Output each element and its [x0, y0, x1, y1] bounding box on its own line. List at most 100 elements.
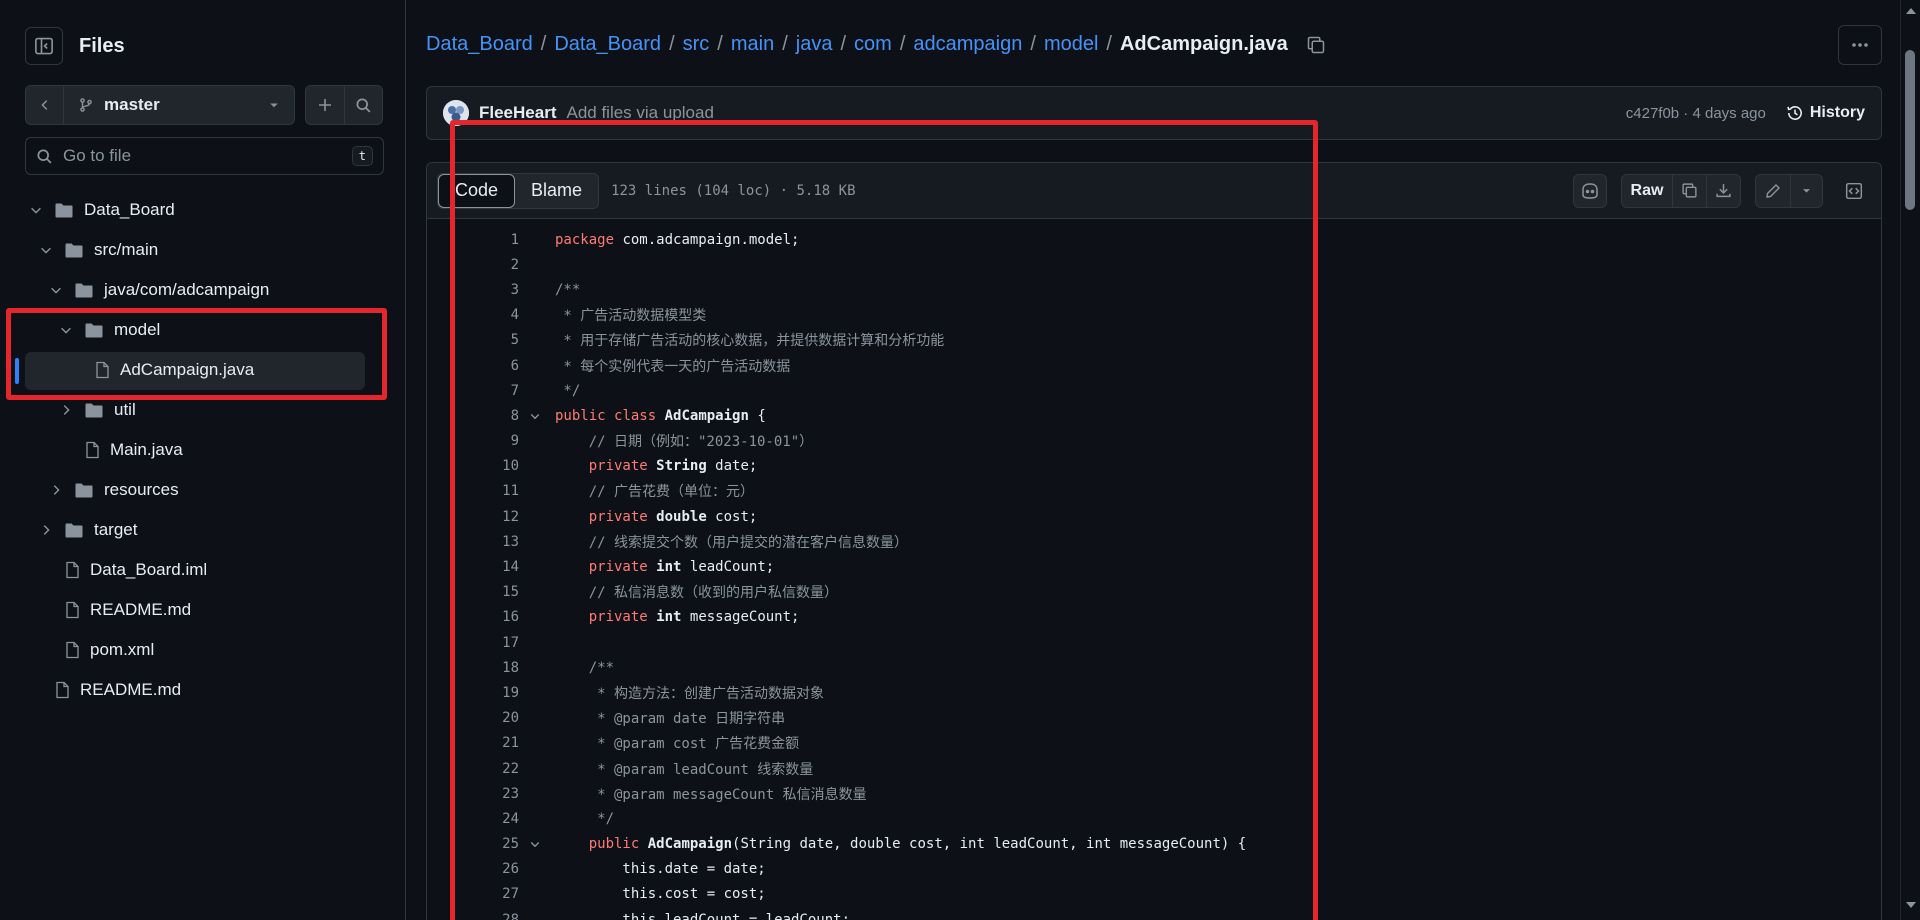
commit-message[interactable]: Add files via upload [566, 103, 1625, 123]
code-text: * @param date 日期字符串 [551, 708, 785, 728]
tree-file-item[interactable]: pom.xml [0, 630, 406, 670]
tree-file-item[interactable]: README.md [0, 670, 406, 710]
code-text: * 每个实例代表一天的广告活动数据 [551, 356, 790, 376]
breadcrumb-link[interactable]: java [796, 33, 833, 56]
edit-dropdown-button[interactable] [1790, 174, 1822, 207]
tree-file-item[interactable]: AdCampaign.java [0, 350, 406, 390]
fold-chevron-icon[interactable] [519, 410, 551, 422]
chevron-right-icon[interactable] [58, 403, 74, 417]
page-scrollbar[interactable] [1900, 0, 1920, 920]
tree-file-item[interactable]: Main.java [0, 430, 406, 470]
chevron-down-icon[interactable] [38, 243, 54, 257]
edit-button[interactable] [1756, 175, 1790, 207]
line-number[interactable]: 7 [427, 383, 519, 399]
breadcrumb-link[interactable]: Data_Board [554, 33, 661, 56]
chevron-right-icon[interactable] [38, 523, 54, 537]
file-info: 123 lines (104 loc) · 5.18 KB [611, 182, 856, 199]
breadcrumb-link[interactable]: Data_Board [426, 33, 533, 56]
back-button[interactable] [26, 86, 64, 124]
tab-blame[interactable]: Blame [515, 174, 598, 208]
tree-folder-item[interactable]: target [0, 510, 406, 550]
breadcrumb-link[interactable]: adcampaign [913, 33, 1022, 56]
line-number[interactable]: 8 [427, 408, 519, 424]
breadcrumb-link[interactable]: main [731, 33, 774, 56]
line-number[interactable]: 12 [427, 509, 519, 525]
line-number[interactable]: 10 [427, 458, 519, 474]
fold-chevron-icon[interactable] [519, 838, 551, 850]
line-number[interactable]: 22 [427, 761, 519, 777]
chevron-down-icon[interactable] [58, 323, 74, 337]
line-number[interactable]: 23 [427, 786, 519, 802]
tree-file-item[interactable]: README.md [0, 590, 406, 630]
history-button[interactable]: History [1786, 104, 1865, 122]
chevron-down-icon[interactable] [28, 203, 44, 217]
breadcrumb-link[interactable]: model [1044, 33, 1098, 56]
line-number[interactable]: 16 [427, 609, 519, 625]
line-number[interactable]: 11 [427, 483, 519, 499]
code-token: * @param date 日期字符串 [588, 711, 786, 728]
more-options-button[interactable] [1838, 25, 1882, 65]
line-number[interactable]: 13 [427, 534, 519, 550]
line-number[interactable]: 15 [427, 584, 519, 600]
go-to-file-input[interactable]: Go to file t [25, 137, 384, 175]
breadcrumb-link[interactable]: src [683, 33, 710, 56]
tree-folder-item[interactable]: util [0, 390, 406, 430]
line-number[interactable]: 25 [427, 836, 519, 852]
tree-folder-item[interactable]: Data_Board [0, 190, 406, 230]
code-text: private int leadCount; [551, 559, 774, 575]
scroll-down-arrow[interactable] [1906, 902, 1916, 908]
line-number[interactable]: 27 [427, 886, 519, 902]
chevron-down-icon[interactable] [48, 283, 64, 297]
tab-code[interactable]: Code [438, 173, 516, 208]
commit-meta[interactable]: c427f0b · 4 days ago [1626, 105, 1766, 122]
symbols-panel-button[interactable] [1837, 174, 1871, 208]
code-token: { [748, 407, 766, 424]
line-number[interactable]: 28 [427, 912, 519, 920]
author-avatar[interactable] [443, 100, 469, 126]
line-number[interactable]: 21 [427, 735, 519, 751]
branch-dropdown[interactable]: master [64, 86, 294, 124]
tree-folder-item[interactable]: resources [0, 470, 406, 510]
sidebar-collapse-icon [35, 37, 53, 55]
line-number[interactable]: 4 [427, 307, 519, 323]
line-number[interactable]: 6 [427, 358, 519, 374]
search-button[interactable] [343, 86, 383, 124]
code-line: 4 * 广告活动数据模型类 [427, 303, 1881, 328]
copy-raw-button[interactable] [1672, 174, 1706, 207]
collapse-sidebar-button[interactable] [25, 27, 63, 65]
add-file-button[interactable] [306, 86, 344, 124]
raw-button[interactable]: Raw [1622, 175, 1672, 207]
scroll-thumb[interactable] [1905, 50, 1915, 210]
line-number[interactable]: 2 [427, 257, 519, 273]
line-number[interactable]: 18 [427, 660, 519, 676]
copilot-button[interactable] [1573, 173, 1607, 208]
line-number[interactable]: 24 [427, 811, 519, 827]
tree-folder-item[interactable]: model [0, 310, 406, 350]
tree-file-item[interactable]: Data_Board.iml [0, 550, 406, 590]
line-number[interactable]: 20 [427, 710, 519, 726]
file-icon [84, 441, 100, 459]
tree-item-content: src/main [38, 240, 158, 260]
breadcrumb-link[interactable]: com [854, 33, 892, 56]
scroll-up-arrow[interactable] [1906, 8, 1916, 14]
tree-folder-item[interactable]: java/com/adcampaign [0, 270, 406, 310]
line-number[interactable]: 26 [427, 861, 519, 877]
line-number[interactable]: 19 [427, 685, 519, 701]
kebab-horizontal-icon [1852, 43, 1868, 47]
tree-folder-item[interactable]: src/main [0, 230, 406, 270]
line-number[interactable]: 5 [427, 332, 519, 348]
code-line: 11 // 广告花费（单位：元） [427, 479, 1881, 504]
line-number[interactable]: 9 [427, 433, 519, 449]
line-number[interactable]: 3 [427, 282, 519, 298]
chevron-right-icon[interactable] [48, 483, 64, 497]
download-button[interactable] [1706, 174, 1740, 207]
copy-path-button[interactable] [1306, 35, 1326, 55]
line-number[interactable]: 14 [427, 559, 519, 575]
commit-author[interactable]: FleeHeart [479, 103, 556, 123]
line-number[interactable]: 1 [427, 232, 519, 248]
line-number[interactable]: 17 [427, 635, 519, 651]
